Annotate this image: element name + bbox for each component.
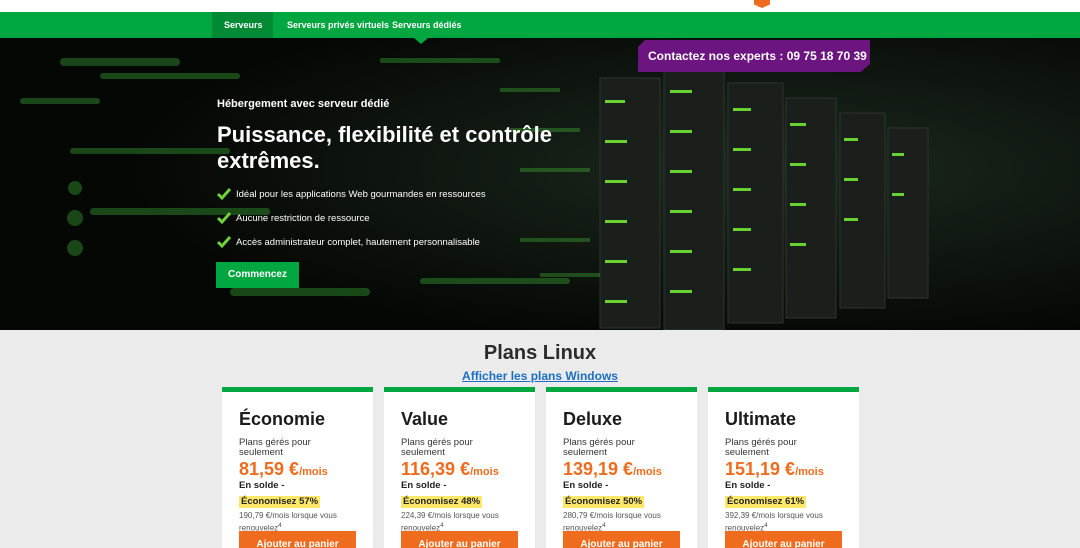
price-amount: 139,19 € bbox=[563, 459, 634, 479]
feature-list: Idéal pour les applications Web gourmand… bbox=[217, 182, 486, 254]
active-caret-icon bbox=[414, 38, 428, 44]
feature-item: Aucune restriction de ressource bbox=[217, 206, 486, 230]
plan-name: Ultimate bbox=[725, 409, 797, 429]
tab-serveurs-dedies[interactable]: Serveurs dédiés bbox=[380, 12, 474, 38]
feature-text: Aucune restriction de ressource bbox=[236, 212, 370, 224]
server-rack-background bbox=[0, 38, 1080, 330]
plan-subtitle: Plans gérés pour seulement bbox=[725, 437, 797, 458]
hero-headline: Puissance, flexibilité et contrôle extrê… bbox=[217, 122, 552, 173]
plan-subtitle: Plans gérés pour seulement bbox=[239, 437, 311, 458]
plan-subtitle: Plans gérés pour seulement bbox=[563, 437, 635, 458]
sale-label: En solde - bbox=[725, 480, 771, 491]
contact-phone: : 09 75 18 70 39 bbox=[779, 49, 867, 63]
tab-serveurs[interactable]: Serveurs bbox=[212, 12, 273, 38]
savings-badge: Économisez 61% bbox=[725, 496, 807, 508]
add-to-cart-button[interactable]: Ajouter au panier bbox=[239, 531, 356, 548]
sale-label: En solde - bbox=[401, 480, 447, 491]
price-amount: 116,39 € bbox=[401, 459, 471, 479]
plan-price: 139,19 €/mois bbox=[563, 459, 697, 480]
sale-label: En solde - bbox=[563, 480, 609, 491]
renewal-text: 190,79 €/mois lorsque vous renouvelez bbox=[239, 511, 337, 533]
plans-title: Plans Linux bbox=[483, 342, 597, 364]
plan-price: 151,19 €/mois bbox=[725, 459, 859, 480]
plan-subtitle: Plans gérés pour seulement bbox=[401, 437, 473, 458]
feature-item: Idéal pour les applications Web gourmand… bbox=[217, 182, 486, 206]
footnote-mark: 4 bbox=[440, 522, 444, 529]
top-bar bbox=[0, 0, 1080, 12]
plan-card-value: Value Plans gérés pour seulement 116,39 … bbox=[384, 387, 535, 548]
savings-badge: Économisez 57% bbox=[239, 496, 321, 508]
price-amount: 81,59 € bbox=[239, 459, 300, 479]
hero-banner: Contactez nos experts : 09 75 18 70 39 H… bbox=[0, 38, 1080, 330]
savings-badge: Économisez 48% bbox=[401, 496, 483, 508]
brand-logo-icon[interactable] bbox=[754, 0, 770, 8]
commencez-button[interactable]: Commencez bbox=[216, 262, 299, 288]
hero-eyebrow: Hébergement avec serveur dédié bbox=[217, 98, 390, 110]
plan-name: Value bbox=[401, 409, 449, 429]
add-to-cart-button[interactable]: Ajouter au panier bbox=[725, 531, 842, 548]
contact-experts-button[interactable]: Contactez nos experts : 09 75 18 70 39 bbox=[638, 40, 870, 72]
price-amount: 151,19 € bbox=[725, 459, 796, 479]
footnote-mark: 4 bbox=[602, 522, 606, 529]
plan-card-deluxe: Deluxe Plans gérés pour seulement 139,19… bbox=[546, 387, 697, 548]
plan-price: 116,39 €/mois bbox=[401, 459, 535, 480]
main-nav: Serveurs Serveurs privés virtuels Serveu… bbox=[0, 12, 1080, 44]
plan-card-economie: Économie Plans gérés pour seulement 81,5… bbox=[222, 387, 373, 548]
add-to-cart-button[interactable]: Ajouter au panier bbox=[563, 531, 680, 548]
contact-label: Contactez nos experts bbox=[648, 49, 777, 63]
footnote-mark: 4 bbox=[278, 522, 282, 529]
price-period: /mois bbox=[470, 466, 499, 478]
windows-plans-link[interactable]: Afficher les plans Windows bbox=[0, 369, 1080, 383]
renewal-text: 280,79 €/mois lorsque vous renouvelez bbox=[563, 511, 661, 533]
checkmark-icon bbox=[217, 212, 231, 225]
add-to-cart-button[interactable]: Ajouter au panier bbox=[401, 531, 518, 548]
checkmark-icon bbox=[217, 188, 231, 201]
sale-label: En solde - bbox=[239, 480, 285, 491]
plan-card-ultimate: Ultimate Plans gérés pour seulement 151,… bbox=[708, 387, 859, 548]
checkmark-icon bbox=[217, 236, 231, 249]
feature-text: Idéal pour les applications Web gourmand… bbox=[236, 188, 486, 200]
plan-name: Économie bbox=[239, 409, 326, 429]
plan-price: 81,59 €/mois bbox=[239, 459, 373, 480]
plan-name: Deluxe bbox=[563, 409, 623, 429]
feature-item: Accès administrateur complet, hautement … bbox=[217, 230, 486, 254]
price-period: /mois bbox=[633, 466, 662, 478]
price-period: /mois bbox=[299, 466, 328, 478]
renewal-text: 392,39 €/mois lorsque vous renouvelez bbox=[725, 511, 823, 533]
footnote-mark: 4 bbox=[764, 522, 768, 529]
price-period: /mois bbox=[795, 466, 824, 478]
feature-text: Accès administrateur complet, hautement … bbox=[236, 236, 480, 248]
renewal-text: 224,39 €/mois lorsque vous renouvelez bbox=[401, 511, 499, 533]
savings-badge: Économisez 50% bbox=[563, 496, 645, 508]
